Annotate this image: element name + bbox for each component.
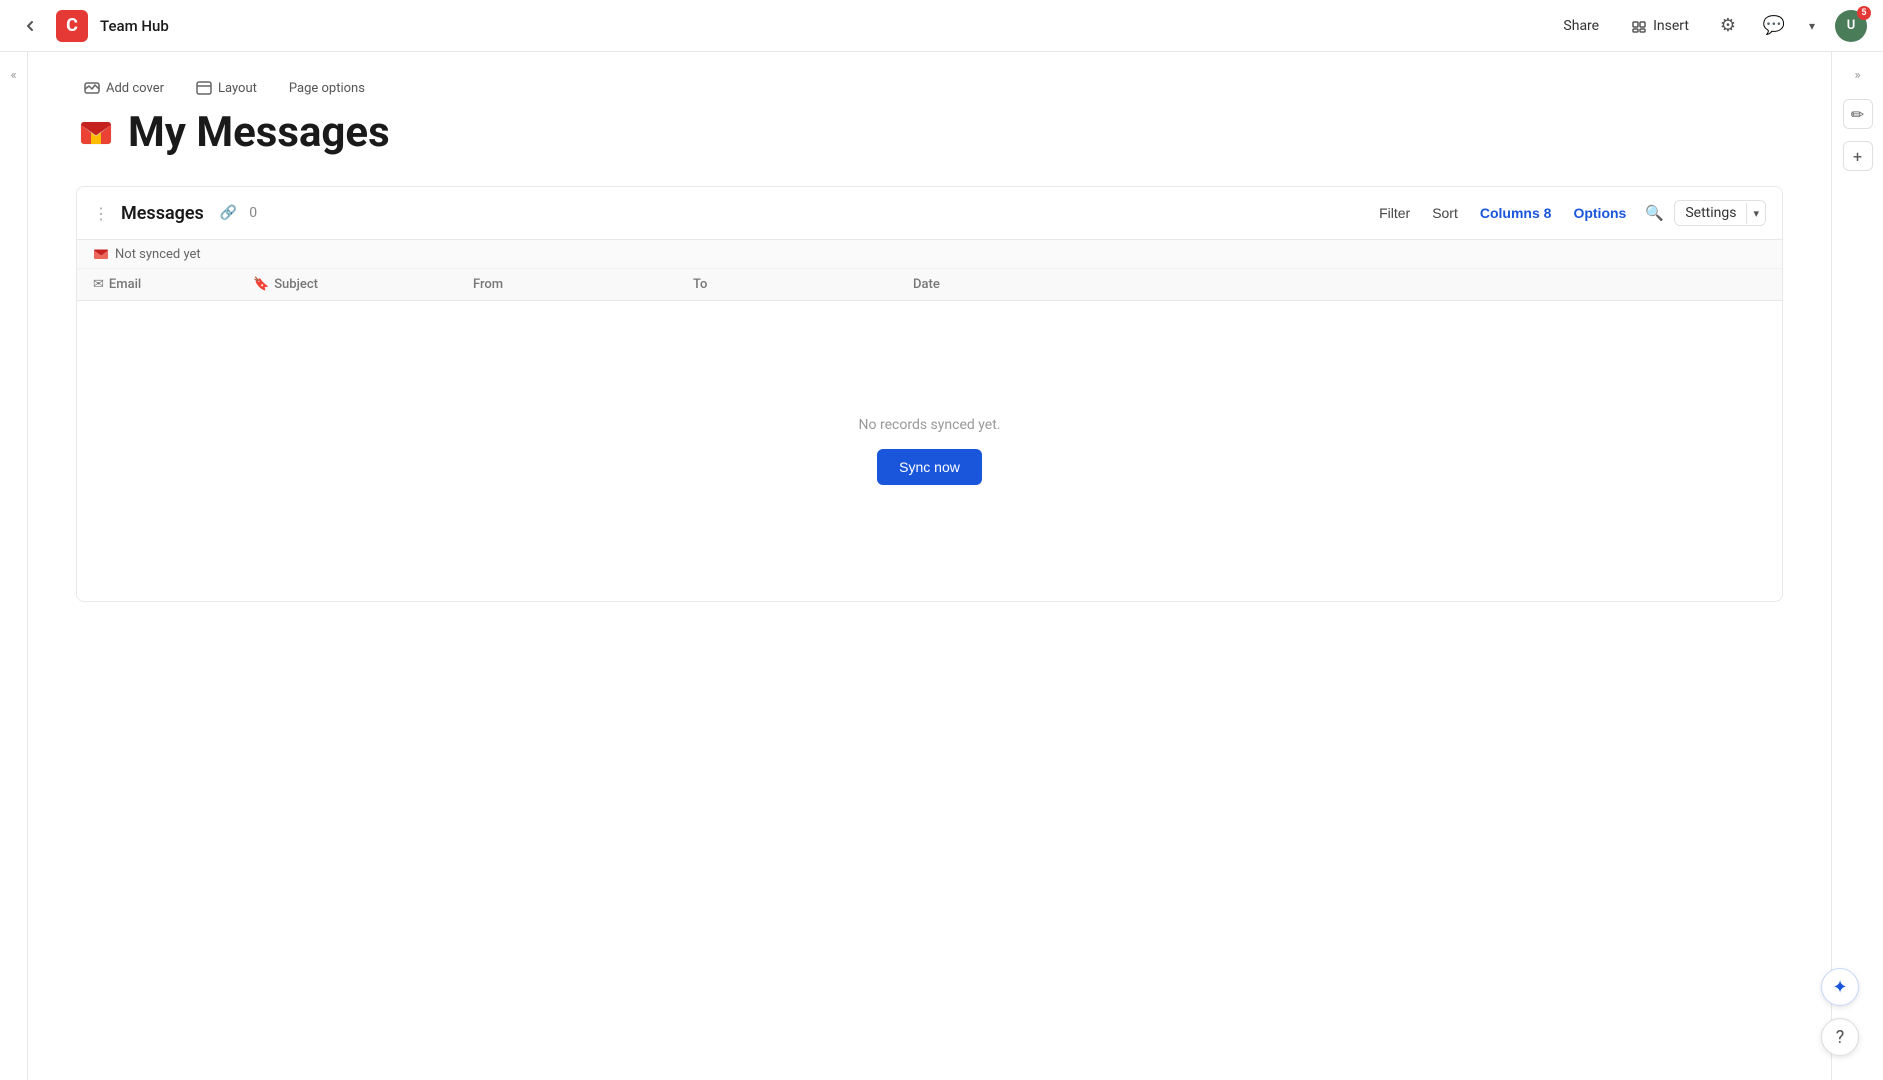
sync-status: Not synced yet	[77, 240, 1782, 269]
floating-buttons: ✦ ?	[1821, 968, 1859, 1056]
add-icon-button[interactable]: +	[1843, 141, 1873, 171]
columns-button[interactable]: Columns 8	[1472, 201, 1560, 225]
main-layout: « Add cover Layout Page options	[0, 52, 1883, 1080]
back-button[interactable]	[16, 12, 44, 40]
sort-button[interactable]: Sort	[1424, 201, 1466, 225]
table-body: No records synced yet. Sync now	[77, 301, 1782, 601]
settings-button-group: Settings ▾	[1674, 200, 1766, 226]
page-title: My Messages	[128, 112, 390, 154]
avatar-badge: 5	[1857, 6, 1871, 20]
search-icon-button[interactable]: 🔍	[1640, 199, 1668, 227]
topbar-right: Share Insert ⚙ 💬 ▾ U 5	[1555, 10, 1867, 42]
col-header-date: Date	[913, 277, 1073, 292]
app-logo: C	[56, 10, 88, 42]
app-title: Team Hub	[100, 17, 169, 35]
add-cover-button[interactable]: Add cover	[76, 76, 172, 100]
sync-now-button[interactable]: Sync now	[877, 449, 982, 485]
insert-button[interactable]: Insert	[1623, 14, 1697, 38]
edit-icon-button[interactable]: ✏	[1843, 99, 1873, 129]
col-header-from: From	[473, 277, 693, 292]
page-options-button[interactable]: Page options	[281, 77, 373, 100]
messages-header: ⋮ Messages 🔗 0 Filter Sort Columns 8 Opt…	[77, 187, 1782, 240]
subject-col-icon: 🔖	[253, 277, 269, 292]
filter-button[interactable]: Filter	[1371, 201, 1418, 225]
settings-icon-button[interactable]: ⚙	[1713, 11, 1743, 41]
help-button[interactable]: ?	[1821, 1018, 1859, 1056]
sparkle-button[interactable]: ✦	[1821, 968, 1859, 1006]
table-header: ✉ Email 🔖 Subject From To Date	[77, 269, 1782, 301]
sync-status-text: Not synced yet	[115, 247, 201, 262]
link-icon: 🔗	[220, 205, 237, 221]
avatar[interactable]: U 5	[1835, 10, 1867, 42]
right-collapse-button[interactable]: »	[1850, 64, 1864, 87]
expand-chevron-button[interactable]: ▾	[1805, 15, 1819, 37]
record-count: 0	[249, 205, 257, 221]
email-col-icon: ✉	[93, 277, 104, 292]
messages-block: ⋮ Messages 🔗 0 Filter Sort Columns 8 Opt…	[76, 186, 1783, 602]
col-header-to: To	[693, 277, 913, 292]
share-button[interactable]: Share	[1555, 14, 1607, 38]
page-toolbar: Add cover Layout Page options	[76, 76, 1783, 100]
content-area: Add cover Layout Page options	[28, 52, 1831, 1080]
no-records-text: No records synced yet.	[859, 417, 1001, 433]
settings-label[interactable]: Settings	[1675, 201, 1746, 225]
topbar: C Team Hub Share Insert ⚙ 💬 ▾ U 5	[0, 0, 1883, 52]
right-panel: » ✏ +	[1831, 52, 1883, 1080]
toolbar-controls: Filter Sort Columns 8 Options 🔍 Settings…	[1371, 199, 1766, 227]
page-title-row: My Messages	[76, 112, 1783, 154]
settings-chevron-button[interactable]: ▾	[1746, 203, 1765, 224]
options-button[interactable]: Options	[1565, 201, 1634, 225]
col-header-subject: 🔖 Subject	[253, 277, 473, 292]
left-collapse-button[interactable]: «	[0, 52, 28, 1080]
layout-button[interactable]: Layout	[188, 76, 265, 100]
topbar-left: C Team Hub	[16, 10, 169, 42]
comment-icon-button[interactable]: 💬	[1759, 11, 1789, 41]
col-header-extra	[1073, 277, 1766, 292]
drag-handle-icon[interactable]: ⋮	[93, 204, 109, 223]
col-header-email: ✉ Email	[93, 277, 253, 292]
messages-title: Messages	[121, 203, 204, 224]
gmail-icon	[76, 113, 116, 153]
